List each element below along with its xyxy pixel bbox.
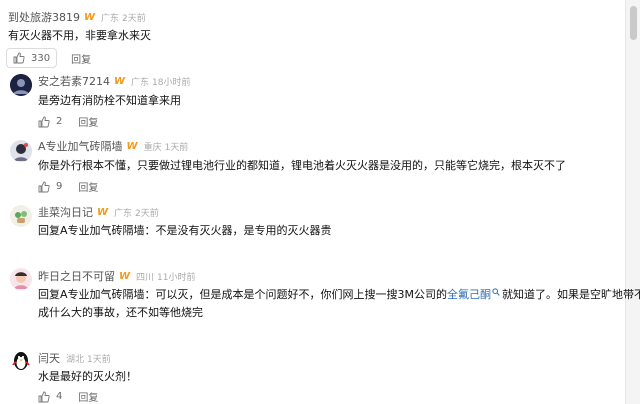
comment-header: 韭菜沟日记 W 广东 2天前 [38,204,159,220]
comment-text: 是旁边有消防栓不知道拿来用 [38,94,181,107]
search-link[interactable]: 全氟己酮 [447,288,491,301]
comment-text-part: 就知道了。如果是空旷地带不会造 [502,288,640,301]
search-icon[interactable] [492,288,500,296]
comment-text-part: 回复A专业加气砖隔墙：可以灭，但是成本是个问题好不，你们网上搜一搜3M公司的 [38,288,448,301]
vip-badge-icon: W [126,140,138,152]
avatar[interactable] [10,349,32,371]
reply-button[interactable]: 回复 [78,114,98,129]
username[interactable]: 闫天 [38,350,60,366]
vip-badge-icon: W [114,75,126,87]
like-count: 4 [56,391,63,402]
thumbs-up-icon[interactable] [38,181,50,193]
reply-button[interactable]: 回复 [78,389,98,404]
thumbs-up-icon [13,52,25,64]
penguin-avatar-icon [12,352,30,370]
timestamp: 11小时前 [157,272,196,283]
comment-header: 闫天 湖北 1天前 [38,350,111,366]
location: 广东 [131,77,150,88]
avatar[interactable] [10,140,32,162]
comment-text: 你是外行根本不懂，只要做过锂电池行业的都知道，锂电池着火灭火器是没用的，只能等它… [38,159,566,172]
timestamp: 1天前 [164,142,189,153]
avatar[interactable] [10,268,32,290]
avatar-image [10,268,32,290]
like-button[interactable]: 330 [6,48,58,68]
avatar-image [10,74,32,96]
username[interactable]: 到处旅游3819 [8,9,80,25]
location: 广东 [101,13,120,24]
scrollbar-thumb[interactable] [630,6,637,40]
comment-text-part: 成什么大的事故，还不如等他烧完 [38,306,203,319]
comment-header: 安之若素7214 W 广东 18小时前 [38,73,191,89]
location: 重庆 [143,142,162,153]
comment-header: A专业加气砖隔墙 W 重庆 1天前 [38,138,188,154]
scrollbar[interactable] [625,0,640,404]
like-count: 330 [31,52,51,64]
vip-badge-icon: W [119,270,131,282]
comment-actions: 2 回复 [38,114,98,129]
like-count: 9 [56,181,63,192]
reply-button[interactable]: 回复 [71,51,91,66]
username[interactable]: 韭菜沟日记 [38,204,93,220]
comment-header: 昨日之日不可留 W 四川 11小时前 [38,268,196,284]
timestamp: 2天前 [135,208,159,219]
comment-header: 到处旅游3819 W 广东 2天前 [8,9,146,25]
vip-badge-icon: W [97,206,109,218]
comment-text: 有灭火器不用，非要拿水来灭 [8,29,151,42]
avatar-image [10,205,32,227]
avatar[interactable] [10,74,32,96]
thumbs-up-icon[interactable] [38,116,50,128]
username[interactable]: 昨日之日不可留 [38,268,115,284]
comment-text: 水是最好的灭火剂！ [38,370,137,383]
location: 湖北 [66,354,85,365]
comment-actions: 4 回复 [38,389,98,404]
username[interactable]: 安之若素7214 [38,73,110,89]
vip-badge-icon: W [84,11,96,23]
location: 广东 [114,208,133,219]
thumbs-up-icon[interactable] [38,391,50,403]
reply-button[interactable]: 回复 [78,179,98,194]
comment-actions: 9 回复 [38,179,98,194]
comment-text: 回复A专业加气砖隔墙：可以灭，但是成本是个问题好不，你们网上搜一搜3M公司的全氟… [38,286,640,322]
avatar-image [10,140,32,162]
timestamp: 18小时前 [152,77,191,88]
location: 四川 [136,272,155,283]
comment-text: 回复A专业加气砖隔墙：不是没有灭火器，是专用的灭火器贵 [38,224,332,237]
timestamp: 2天前 [122,13,146,24]
timestamp: 1天前 [87,354,111,365]
comment-actions: 330 回复 [6,48,91,68]
avatar[interactable] [10,205,32,227]
username[interactable]: A专业加气砖隔墙 [38,138,123,154]
like-count: 2 [56,116,63,127]
